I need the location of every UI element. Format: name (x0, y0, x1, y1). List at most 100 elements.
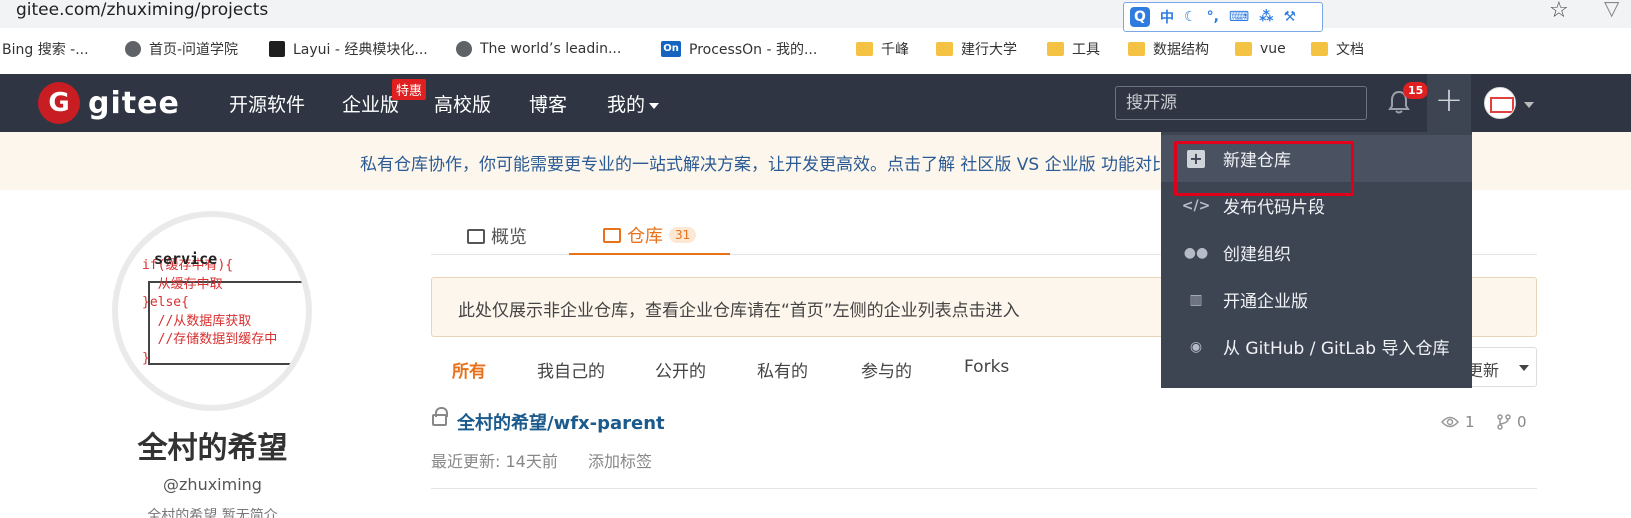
gitee-logo-icon: G (38, 82, 80, 124)
profile-avatar[interactable]: if(缓存中有){ 从缓存中取 }else{ //从数据库获取 //存储数据到缓… (112, 211, 312, 411)
avatar-chevron-down-icon[interactable] (1524, 102, 1534, 108)
building-icon: ▥ (1189, 291, 1203, 308)
avatar-code-text: if(缓存中有){ 从缓存中取 }else{ //从数据库获取 //存储数据到缓… (142, 258, 278, 366)
menu-import-repository-label: 从 GitHub / GitLab 导入仓库 (1223, 339, 1450, 359)
menu-enterprise-edition[interactable]: ▥ 开通企业版 (1161, 276, 1472, 323)
search-input[interactable] (1115, 86, 1367, 120)
ime-mode-label[interactable]: 中 (1160, 7, 1174, 27)
folder-icon (856, 42, 873, 56)
notification-count-badge: 15 (1403, 82, 1429, 99)
wrench-icon[interactable]: ⚒ (1283, 9, 1296, 25)
nav-blog[interactable]: 博客 (529, 90, 567, 117)
bookmark-folder[interactable]: 建行大学 (936, 36, 1017, 62)
filter-participated[interactable]: 参与的 (861, 357, 912, 382)
punctuation-icon[interactable]: °, (1207, 9, 1219, 25)
filter-mine[interactable]: 我自己的 (537, 357, 605, 382)
bookmark-folder[interactable]: 数据结构 (1128, 36, 1209, 62)
bookmark-folder[interactable]: 千峰 (856, 36, 909, 62)
fork-stat[interactable]: 0 (1497, 413, 1527, 431)
code-icon: </> (1181, 197, 1211, 214)
bookmark-label: 文档 (1336, 42, 1364, 58)
bookmark-star-icon[interactable]: ☆ (1549, 0, 1569, 23)
bookmark-label: Layui - 经典模块化... (293, 42, 428, 58)
repo-title-link[interactable]: 全村的希望/wfx-parent (457, 409, 665, 435)
processon-icon: On (661, 41, 681, 57)
enterprise-notice-text: 此处仅展示非企业仓库，查看企业仓库请在“首页”左侧的企业列表点击进入 (458, 301, 1020, 321)
extension-icon[interactable]: ▽ (1604, 0, 1619, 20)
globe-icon (125, 41, 141, 57)
bookmark-label: 工具 (1072, 42, 1100, 58)
bookmarks-bar: Bing 搜索 -... 首页-问道学院 Layui - 经典模块化... Th… (0, 36, 1631, 62)
menu-enterprise-edition-label: 开通企业版 (1223, 292, 1308, 312)
bookmark-item[interactable]: 首页-问道学院 (125, 36, 238, 62)
filter-forks[interactable]: Forks (964, 357, 1009, 377)
bookmark-item[interactable]: On ProcessOn - 我的... (661, 36, 817, 62)
filter-public[interactable]: 公开的 (655, 357, 706, 382)
bookmark-folder[interactable]: vue (1235, 36, 1286, 62)
gitee-logo[interactable]: G gitee (38, 82, 180, 124)
bookmark-item[interactable]: Layui - 经典模块化... (269, 36, 428, 62)
bookmark-label: Bing 搜索 -... (2, 42, 89, 58)
menu-create-organization-label: 创建组织 (1223, 245, 1291, 265)
top-navbar: G gitee 开源软件 企业版 特惠 高校版 博客 我的 15 + (0, 74, 1631, 132)
bookmark-label: vue (1260, 41, 1286, 57)
bookmark-item[interactable]: The world’s leadin... (456, 36, 621, 62)
nav-university[interactable]: 高校版 (434, 90, 491, 117)
nav-open-source[interactable]: 开源软件 (229, 90, 305, 117)
keyboard-icon[interactable]: ⌨ (1229, 9, 1249, 25)
enterprise-promo-badge: 特惠 (392, 79, 427, 100)
tab-overview-label: 概览 (491, 227, 527, 248)
profile-bio: 全村的希望 暂无简介 (147, 508, 278, 518)
folder-icon (936, 42, 953, 56)
bookmark-label: 首页-问道学院 (149, 42, 239, 58)
watch-count: 1 (1465, 413, 1475, 431)
watch-stat[interactable]: 1 (1441, 413, 1475, 431)
promo-banner-text[interactable]: 私有仓库协作，你可能需要更专业的一站式解决方案，让开发更高效。点击了解 社区版 … (360, 150, 1169, 175)
repository-count-badge: 31 (669, 227, 697, 243)
bookmark-folder[interactable]: 文档 (1311, 36, 1364, 62)
tab-overview[interactable]: 概览 (467, 217, 527, 255)
ime-logo-icon[interactable]: Q (1130, 7, 1150, 27)
user-avatar[interactable] (1484, 87, 1516, 119)
nav-enterprise[interactable]: 企业版 (342, 90, 399, 117)
address-bar[interactable]: gitee.com/zhuximing/projects Q 中 ☾ °, ⌨ … (0, 0, 1631, 32)
eye-icon (1441, 416, 1459, 428)
fork-icon (1497, 414, 1511, 430)
tab-repositories[interactable]: 仓库 31 (569, 217, 731, 255)
gitee-logo-text: gitee (88, 85, 180, 121)
menu-import-repository[interactable]: ◉ 从 GitHub / GitLab 导入仓库 (1161, 323, 1472, 370)
folder-icon (1128, 42, 1145, 56)
globe-icon (456, 41, 472, 57)
url-text[interactable]: gitee.com/zhuximing/projects (16, 0, 268, 22)
nav-mine[interactable]: 我的 (607, 90, 660, 117)
chevron-down-icon (649, 102, 660, 109)
fork-count: 0 (1517, 413, 1527, 431)
bookmark-label: 千峰 (881, 42, 909, 58)
bookmark-folder[interactable]: 工具 (1047, 36, 1100, 62)
overview-icon (467, 228, 485, 244)
create-plus-button[interactable]: + (1427, 74, 1471, 132)
bookmark-label: The world’s leadin... (480, 41, 622, 57)
profile-name: 全村的希望 (137, 431, 288, 466)
ime-toolbar[interactable]: Q 中 ☾ °, ⌨ ⁂ ⚒ (1123, 2, 1323, 32)
grid-icon[interactable]: ⁂ (1259, 9, 1273, 25)
moon-icon[interactable]: ☾ (1184, 9, 1197, 25)
repo-updated: 最近更新: 14天前 (431, 452, 558, 471)
folder-icon (1311, 42, 1328, 56)
repository-icon (603, 227, 621, 243)
folder-icon (1047, 42, 1064, 56)
github-icon: ◉ (1189, 338, 1203, 355)
menu-publish-snippet-label: 发布代码片段 (1223, 198, 1325, 218)
avatar-code-overlay: service (154, 250, 218, 268)
menu-create-organization[interactable]: ●● 创建组织 (1161, 229, 1472, 276)
lock-icon (432, 407, 448, 426)
highlight-annotation (1174, 141, 1354, 196)
bookmark-item[interactable]: Bing 搜索 -... (2, 36, 89, 62)
tab-repositories-label: 仓库 (627, 226, 663, 247)
nav-mine-label: 我的 (607, 94, 646, 116)
folder-icon (1235, 42, 1252, 56)
group-icon: ●● (1183, 244, 1209, 261)
filter-all[interactable]: 所有 (452, 357, 486, 382)
filter-private[interactable]: 私有的 (757, 357, 808, 382)
add-tag-link[interactable]: 添加标签 (588, 448, 652, 472)
